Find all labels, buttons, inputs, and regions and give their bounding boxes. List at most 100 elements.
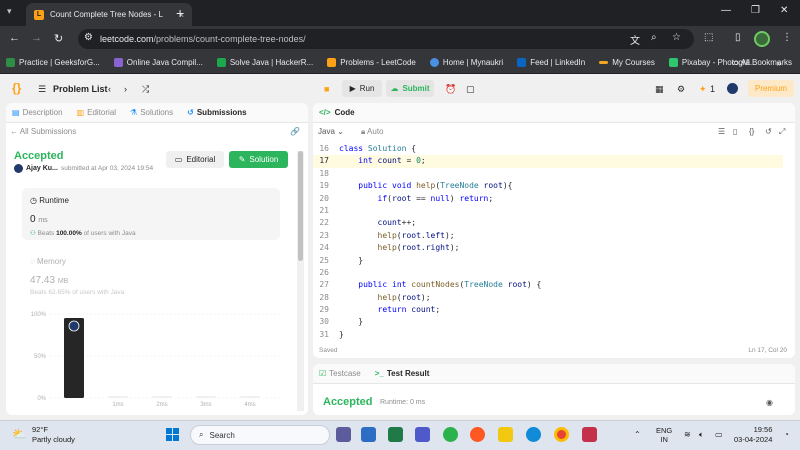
code-line[interactable]: 27 public int countNodes(TreeNode root) … <box>313 279 783 291</box>
share-link-icon[interactable]: 🔗 <box>290 127 300 136</box>
code-line[interactable]: 23 help(root.left); <box>313 230 783 242</box>
bookmark-hackerrank[interactable]: Solve Java | HackerR... <box>216 58 313 67</box>
code-line[interactable]: 30 } <box>313 316 783 328</box>
editorial-button[interactable]: ▭ Editorial <box>166 151 224 168</box>
clock[interactable]: 19:56 03-04-2024 <box>734 425 772 445</box>
bookmark-geeksforgeeks[interactable]: Practice | GeeksforG... <box>6 58 100 67</box>
windows-start-icon[interactable] <box>166 428 179 441</box>
notification-icon[interactable]: ◔ <box>784 430 789 439</box>
submit-button[interactable]: ☁ Submit <box>386 80 434 97</box>
back-icon[interactable]: ← <box>9 32 20 44</box>
notes-icon[interactable]: ▢ <box>466 84 475 95</box>
translate-icon[interactable]: 文 <box>630 32 640 47</box>
problem-list-link[interactable]: Problem List <box>53 84 108 94</box>
author-name[interactable]: Ajay Ku... <box>26 165 58 172</box>
bookmark-leetcode[interactable]: Problems - LeetCode <box>327 58 416 67</box>
code-line[interactable]: 20 if(root == null) return; <box>313 193 783 205</box>
chrome-icon[interactable] <box>554 427 569 442</box>
code-line[interactable]: 22 count++; <box>313 217 783 229</box>
code-line[interactable]: 21 <box>313 205 783 217</box>
bookmark-icon[interactable]: ▯ <box>733 127 737 136</box>
premium-button[interactable]: Premium <box>748 80 794 97</box>
copilot-icon[interactable] <box>336 427 351 442</box>
debug-icon[interactable]: ■ <box>324 84 329 94</box>
chart-bar[interactable] <box>240 396 260 398</box>
profile-avatar[interactable] <box>754 31 770 47</box>
wifi-icon[interactable]: ≋ <box>684 430 691 439</box>
app-icon[interactable] <box>443 427 458 442</box>
site-info-icon[interactable]: ⚙ <box>84 32 93 43</box>
extensions-icon[interactable]: ⬚ <box>704 32 713 43</box>
java-app-icon[interactable] <box>582 427 597 442</box>
bookmark-my-courses[interactable]: My Courses <box>599 58 655 67</box>
address-bar[interactable]: leetcode.com/problems/count-complete-tre… <box>78 29 694 49</box>
browser-tab-active[interactable]: L Count Complete Tree Nodes - L × <box>26 3 192 26</box>
new-tab-button[interactable]: + <box>176 5 184 21</box>
runtime-distribution-chart[interactable]: 100% 50% 0% 1ms 2ms 3ms 4ms <box>24 308 286 412</box>
language-select[interactable]: Java ⌄ <box>318 127 344 136</box>
chart-bar[interactable] <box>196 396 216 398</box>
battery-icon[interactable]: ▭ <box>715 430 723 439</box>
memory-title[interactable]: ◌ Memory <box>30 257 66 266</box>
code-line[interactable]: 16 class Solution { <box>313 143 783 155</box>
prev-problem-icon[interactable]: ‹ <box>108 84 111 94</box>
code-line[interactable]: 31} <box>313 329 783 341</box>
next-problem-icon[interactable]: › <box>124 84 127 94</box>
tab-editorial[interactable]: ▥ Editorial <box>77 108 116 117</box>
folder-app-icon[interactable] <box>498 427 513 442</box>
all-bookmarks[interactable]: ▭ All Bookmarks <box>732 58 792 67</box>
scrollbar-thumb[interactable] <box>298 151 303 261</box>
user-avatar[interactable] <box>727 83 738 94</box>
temperature[interactable]: 92°F <box>32 425 48 434</box>
tab-testcase[interactable]: ☑ Testcase <box>319 369 361 378</box>
tab-submissions[interactable]: ↺ Submissions <box>187 108 247 117</box>
reset-icon[interactable]: ↺ <box>765 127 772 136</box>
forward-icon[interactable]: → <box>31 32 42 44</box>
minimize-icon[interactable]: — <box>721 5 731 16</box>
tab-description[interactable]: ▤ Description <box>12 108 63 117</box>
eye-icon[interactable]: ◉ <box>766 398 773 407</box>
code-line[interactable]: 25 } <box>313 255 783 267</box>
brave-icon[interactable] <box>470 427 485 442</box>
file-explorer-icon[interactable] <box>361 427 376 442</box>
runtime-card[interactable]: ◷ Runtime 0 ms ⚇ Beats 100.00% of users … <box>22 188 280 240</box>
bookmark-linkedin[interactable]: Feed | LinkedIn <box>517 58 585 67</box>
tray-overflow-icon[interactable]: ⌃ <box>634 430 641 439</box>
language-indicator[interactable]: ENG IN <box>656 426 672 444</box>
fullscreen-icon[interactable]: ⤢ <box>779 127 785 137</box>
tab-test-result[interactable]: >_ Test Result <box>375 369 430 378</box>
bookmark-java-compiler[interactable]: Online Java Compil... <box>113 58 203 67</box>
format-icon[interactable]: ☰ <box>718 127 725 136</box>
code-line[interactable]: 28 help(root); <box>313 292 783 304</box>
edge-icon[interactable] <box>526 427 541 442</box>
shuffle-icon[interactable]: ⤮ <box>142 84 149 95</box>
braces-icon[interactable]: {} <box>749 127 754 136</box>
tab-search-icon[interactable]: ▾ <box>7 6 12 17</box>
all-submissions-link[interactable]: ← All Submissions <box>10 127 76 136</box>
code-line[interactable]: 19 public void help(TreeNode root){ <box>313 180 783 192</box>
bookmark-naukri[interactable]: Home | Mynaukri <box>429 58 503 67</box>
restore-icon[interactable]: ❐ <box>751 5 760 16</box>
timer-icon[interactable]: ⏰ <box>445 84 456 95</box>
leetcode-logo-icon[interactable]: {} <box>12 81 24 95</box>
chrome-menu-icon[interactable]: ⋮ <box>782 32 792 43</box>
weather-icon[interactable]: ⛅ <box>12 427 27 441</box>
tab-solutions[interactable]: ⚗ Solutions <box>130 108 173 117</box>
code-line[interactable]: 24 help(root.right); <box>313 242 783 254</box>
streak-fire-icon[interactable]: ✦ <box>699 84 707 95</box>
code-editor[interactable]: 16 class Solution {17 int count = 0; 18 19 … <box>313 143 783 341</box>
chart-bar[interactable] <box>152 396 172 398</box>
reload-icon[interactable]: ↻ <box>54 32 63 45</box>
code-line[interactable]: 18 <box>313 168 783 180</box>
code-line[interactable]: 17 int count = 0; <box>313 155 783 168</box>
volume-icon[interactable]: 🔈︎ <box>699 430 704 440</box>
store-icon[interactable] <box>388 427 403 442</box>
chart-bar[interactable] <box>108 396 128 398</box>
side-panel-icon[interactable]: ▯ <box>735 32 741 43</box>
auto-mode[interactable]: 🔒︎ Auto <box>361 127 384 137</box>
solution-button[interactable]: ✎ Solution <box>229 151 288 168</box>
layout-icon[interactable]: ▦ <box>655 84 664 95</box>
code-line[interactable]: 29 return count; <box>313 304 783 316</box>
teams-icon[interactable] <box>415 427 430 442</box>
close-window-icon[interactable]: ✕ <box>780 5 788 16</box>
